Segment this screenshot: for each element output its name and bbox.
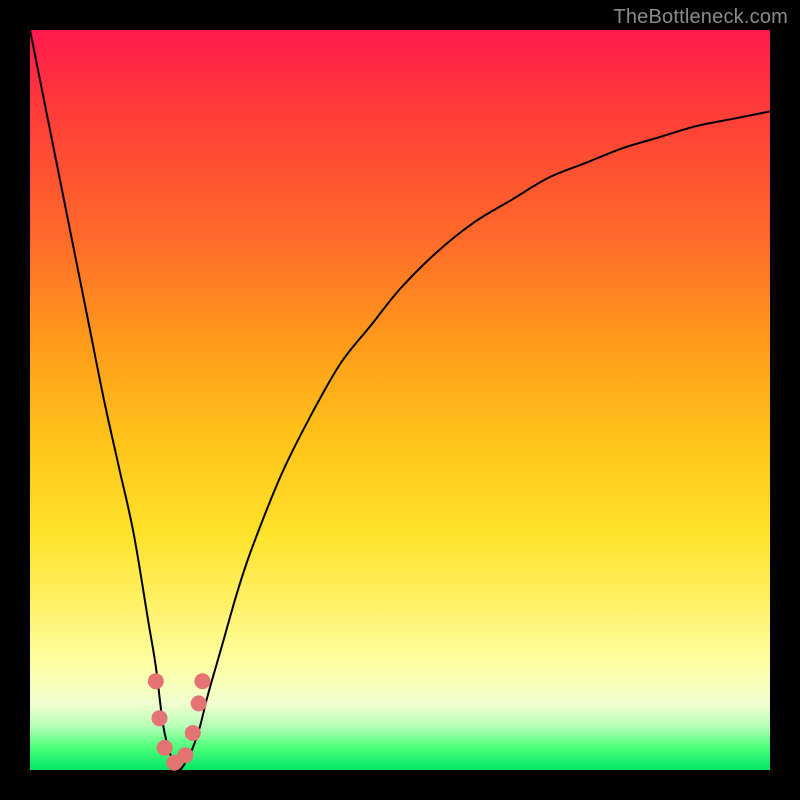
curve-marker [157, 740, 173, 756]
chart-svg [30, 30, 770, 770]
bottleneck-curve [30, 30, 770, 770]
chart-frame: TheBottleneck.com [0, 0, 800, 800]
curve-marker [148, 673, 164, 689]
watermark-label: TheBottleneck.com [613, 6, 788, 29]
curve-marker [191, 695, 207, 711]
curve-marker [152, 710, 168, 726]
chart-plot-area [30, 30, 770, 770]
curve-marker [177, 747, 193, 763]
curve-marker [185, 725, 201, 741]
curve-marker [194, 673, 210, 689]
